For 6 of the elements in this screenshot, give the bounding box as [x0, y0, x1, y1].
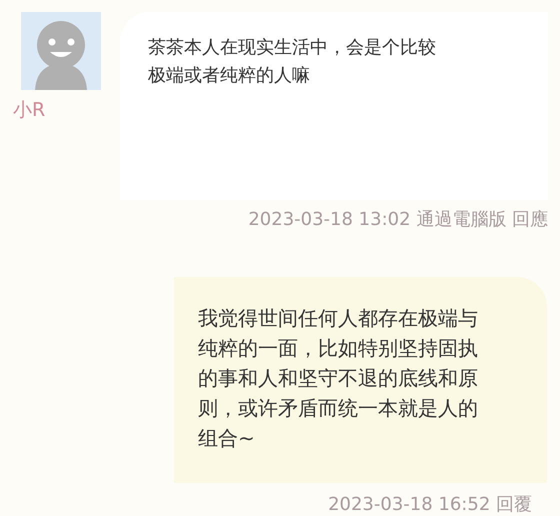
- message-meta: 2023-03-18 16:52 回覆: [328, 493, 532, 516]
- message-meta: 2023-03-18 13:02 通過電腦版 回應: [248, 208, 548, 232]
- message-bubble: 我觉得世间任何人都存在极端与纯粹的一面，比如特别坚持固执的事和人和坚守不退的底线和原则，或许矛盾而统一本就是人的组合~: [174, 277, 547, 483]
- message-bubble: 茶茶本人在现实生活中，会是个比较极端或者纯粹的人嘛: [120, 12, 548, 200]
- sender-name: 小R: [13, 98, 46, 123]
- avatar-icon: [20, 12, 100, 90]
